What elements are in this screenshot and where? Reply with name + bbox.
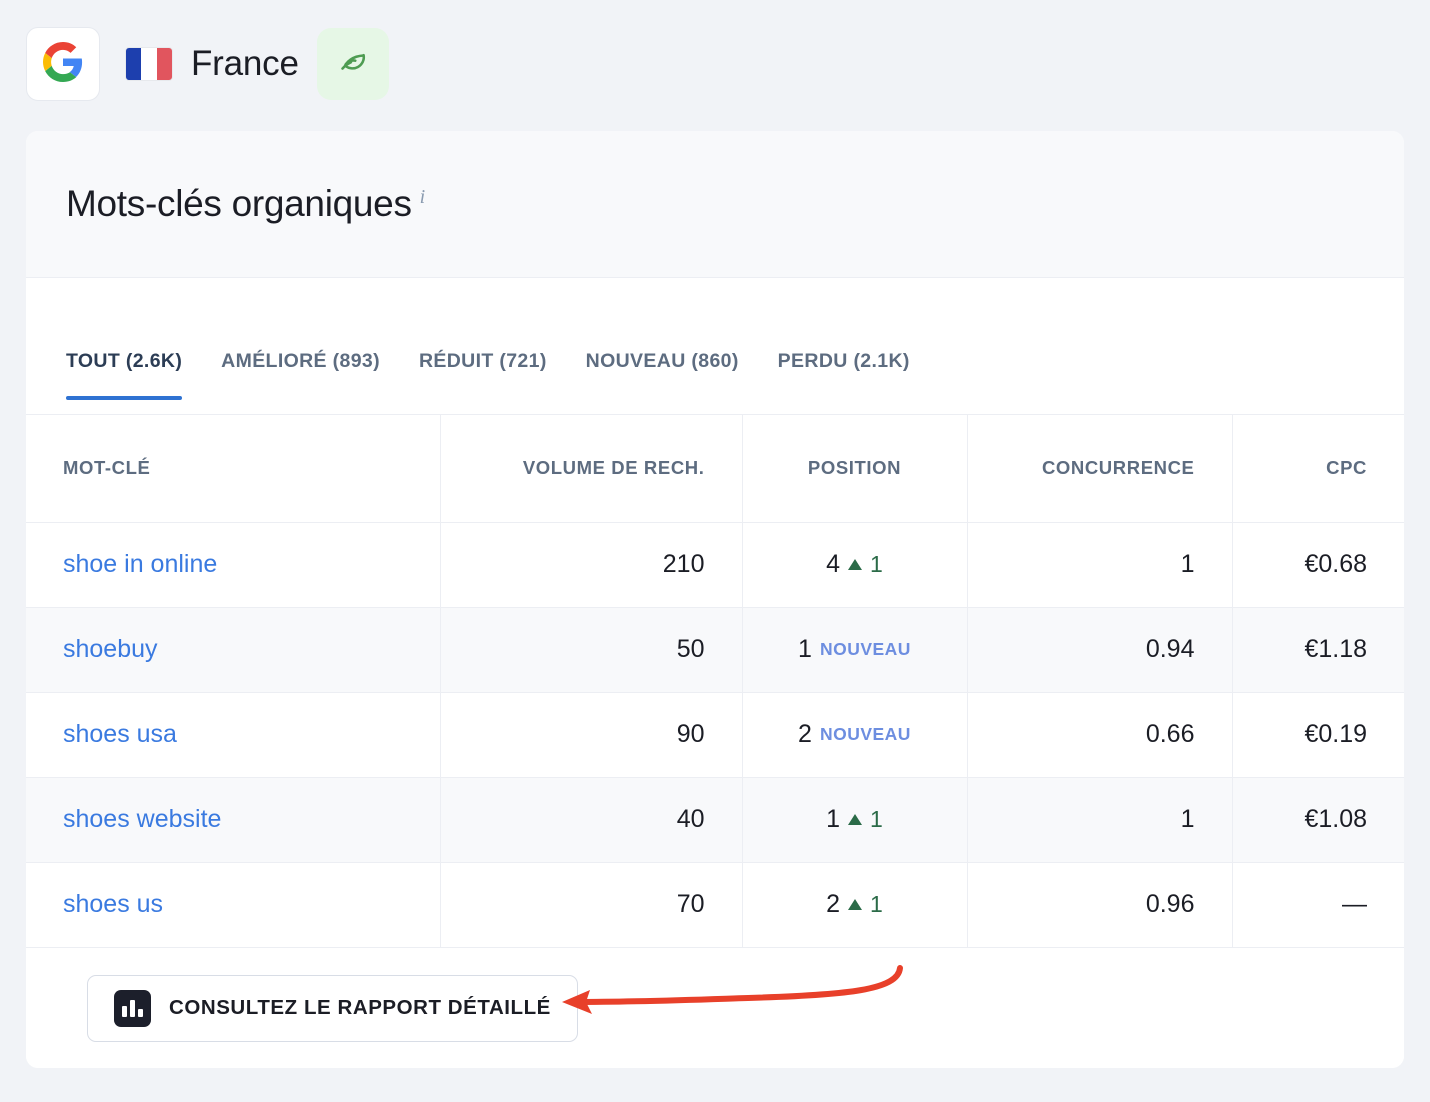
search-engine-context-bar: France (26, 24, 389, 104)
cell-cpc: €0.68 (1232, 522, 1404, 608)
position-value: 2 (826, 890, 841, 918)
google-logo-tile[interactable] (26, 27, 100, 101)
column-header-position[interactable]: POSITION (742, 415, 968, 523)
position-value: 2 (798, 720, 812, 748)
cell-competition: 1 (967, 777, 1233, 863)
country-label: France (191, 44, 299, 83)
organic-leaf-tile (316, 28, 389, 100)
cell-position: 2 1 (742, 862, 968, 948)
keyword-link[interactable]: shoebuy (63, 635, 158, 663)
column-header-cpc[interactable]: CPC (1232, 415, 1404, 523)
cell-position: 4 1 (742, 522, 968, 608)
cell-cpc: — (1232, 862, 1404, 948)
page-title-text: Mots-clés organiques (66, 183, 412, 224)
bar-chart-icon (114, 989, 151, 1027)
table-row: shoebuy 50 1 NOUVEAU 0.94 €1.18 (26, 607, 1404, 693)
cell-volume: 40 (440, 777, 743, 863)
keywords-table: MOT-CLÉ VOLUME DE RECH. POSITION CONCURR… (26, 415, 1404, 948)
status-badge: NOUVEAU (819, 639, 911, 659)
tab-perdu[interactable]: PERDU (2.1K) (778, 350, 910, 400)
report-detail-button-label: CONSULTEZ LE RAPPORT DÉTAILLÉ (169, 996, 551, 1019)
page-title: Mots-clés organiques i (66, 183, 425, 225)
table-header-row: MOT-CLÉ VOLUME DE RECH. POSITION CONCURR… (26, 415, 1404, 523)
cell-volume: 50 (440, 607, 743, 693)
position-value: 1 (798, 635, 812, 663)
cell-position: 1 NOUVEAU (742, 607, 968, 693)
cell-competition: 0.66 (967, 692, 1233, 778)
keyword-link[interactable]: shoes usa (63, 720, 177, 748)
google-logo-icon (43, 41, 83, 87)
leaf-icon (336, 45, 370, 84)
keyword-filter-tabs: TOUT (2.6K) AMÉLIORÉ (893) RÉDUIT (721) … (26, 278, 1404, 415)
cell-cpc: €1.08 (1232, 777, 1404, 863)
tab-nouveau[interactable]: NOUVEAU (860) (586, 350, 739, 400)
table-row: shoes usa 90 2 NOUVEAU 0.66 €0.19 (26, 692, 1404, 778)
cell-competition: 0.94 (967, 607, 1233, 693)
tab-ameliore[interactable]: AMÉLIORÉ (893) (221, 350, 380, 400)
card-header: Mots-clés organiques i (26, 131, 1404, 278)
position-delta: 1 (870, 551, 883, 577)
position-value: 1 (826, 805, 841, 833)
cell-volume: 210 (440, 522, 743, 608)
table-row: shoe in online 210 4 1 1 €0.68 (26, 522, 1404, 608)
cell-keyword: shoes usa (26, 692, 441, 778)
organic-keywords-card: Mots-clés organiques i TOUT (2.6K) AMÉLIO… (26, 131, 1404, 1068)
cell-cpc: €1.18 (1232, 607, 1404, 693)
keyword-link[interactable]: shoe in online (63, 550, 217, 578)
keyword-link[interactable]: shoes website (63, 805, 221, 833)
table-row: shoes us 70 2 1 0.96 — (26, 862, 1404, 948)
column-header-keyword[interactable]: MOT-CLÉ (26, 415, 441, 523)
cell-position: 2 NOUVEAU (742, 692, 968, 778)
cell-cpc: €0.19 (1232, 692, 1404, 778)
cell-keyword: shoe in online (26, 522, 441, 608)
triangle-up-icon (848, 814, 863, 825)
cell-competition: 1 (967, 522, 1233, 608)
status-badge: NOUVEAU (819, 724, 911, 744)
tab-reduit[interactable]: RÉDUIT (721) (419, 350, 547, 400)
keyword-link[interactable]: shoes us (63, 890, 163, 918)
card-footer: CONSULTEZ LE RAPPORT DÉTAILLÉ (26, 947, 1404, 1068)
position-value: 4 (826, 550, 841, 578)
cell-keyword: shoes us (26, 862, 441, 948)
column-header-competition[interactable]: CONCURRENCE (967, 415, 1233, 523)
info-icon[interactable]: i (420, 186, 426, 208)
cell-volume: 70 (440, 862, 743, 948)
triangle-up-icon (848, 559, 863, 570)
cell-keyword: shoebuy (26, 607, 441, 693)
position-delta: 1 (870, 806, 883, 832)
cell-volume: 90 (440, 692, 743, 778)
cell-position: 1 1 (742, 777, 968, 863)
tab-tout[interactable]: TOUT (2.6K) (66, 350, 183, 400)
position-delta: 1 (870, 891, 883, 917)
report-detail-button[interactable]: CONSULTEZ LE RAPPORT DÉTAILLÉ (87, 974, 578, 1042)
france-flag-icon (126, 48, 172, 80)
cell-keyword: shoes website (26, 777, 441, 863)
table-row: shoes website 40 1 1 1 €1.08 (26, 777, 1404, 863)
column-header-volume[interactable]: VOLUME DE RECH. (440, 415, 743, 523)
cell-competition: 0.96 (967, 862, 1233, 948)
triangle-up-icon (848, 899, 863, 910)
